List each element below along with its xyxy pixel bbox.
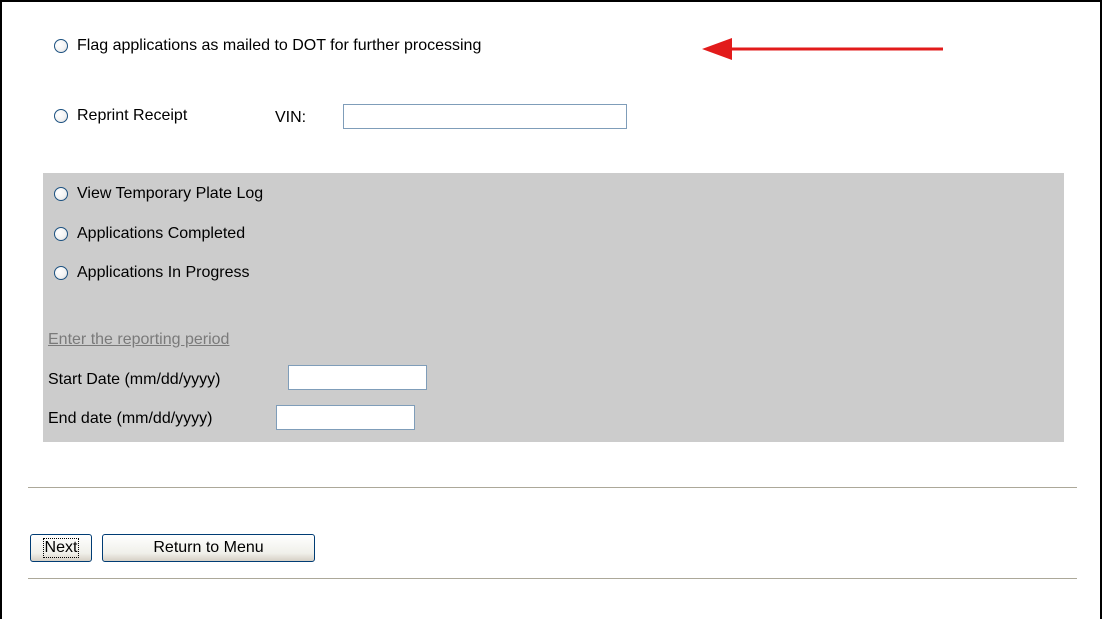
- next-button-label: Next: [42, 538, 80, 558]
- applications-completed-label[interactable]: Applications Completed: [77, 225, 245, 243]
- reprint-option-label[interactable]: Reprint Receipt: [77, 107, 187, 125]
- start-date-label: Start Date (mm/dd/yyyy): [48, 371, 221, 388]
- next-button[interactable]: Next: [30, 534, 92, 562]
- vin-label: VIN:: [275, 109, 307, 126]
- flag-option-label[interactable]: Flag applications as mailed to DOT for f…: [77, 37, 481, 55]
- return-to-menu-button[interactable]: Return to Menu: [102, 534, 315, 562]
- divider-top: [28, 487, 1077, 489]
- applications-in-progress-radio[interactable]: [54, 266, 68, 280]
- reprint-radio[interactable]: [54, 109, 68, 123]
- reporting-period-link[interactable]: Enter the reporting period: [48, 331, 229, 349]
- red-arrow-icon: [702, 38, 943, 60]
- report-option-row: Applications Completed: [54, 225, 245, 243]
- applications-completed-radio[interactable]: [54, 227, 68, 241]
- temp-plate-log-label[interactable]: View Temporary Plate Log: [77, 185, 263, 203]
- temp-plate-log-radio[interactable]: [54, 187, 68, 201]
- flag-option-row: Flag applications as mailed to DOT for f…: [54, 37, 481, 55]
- divider-bottom: [28, 578, 1077, 580]
- vin-input[interactable]: [343, 104, 627, 129]
- start-date-input[interactable]: [288, 365, 427, 390]
- report-option-row: View Temporary Plate Log: [54, 185, 263, 203]
- report-panel: [43, 173, 1064, 442]
- end-date-input[interactable]: [276, 405, 415, 430]
- end-date-label: End date (mm/dd/yyyy): [48, 410, 213, 427]
- flag-radio[interactable]: [54, 39, 68, 53]
- applications-in-progress-label[interactable]: Applications In Progress: [77, 264, 250, 282]
- reprint-option-row: Reprint Receipt: [54, 107, 187, 125]
- report-option-row: Applications In Progress: [54, 264, 250, 282]
- return-to-menu-label: Return to Menu: [153, 539, 264, 556]
